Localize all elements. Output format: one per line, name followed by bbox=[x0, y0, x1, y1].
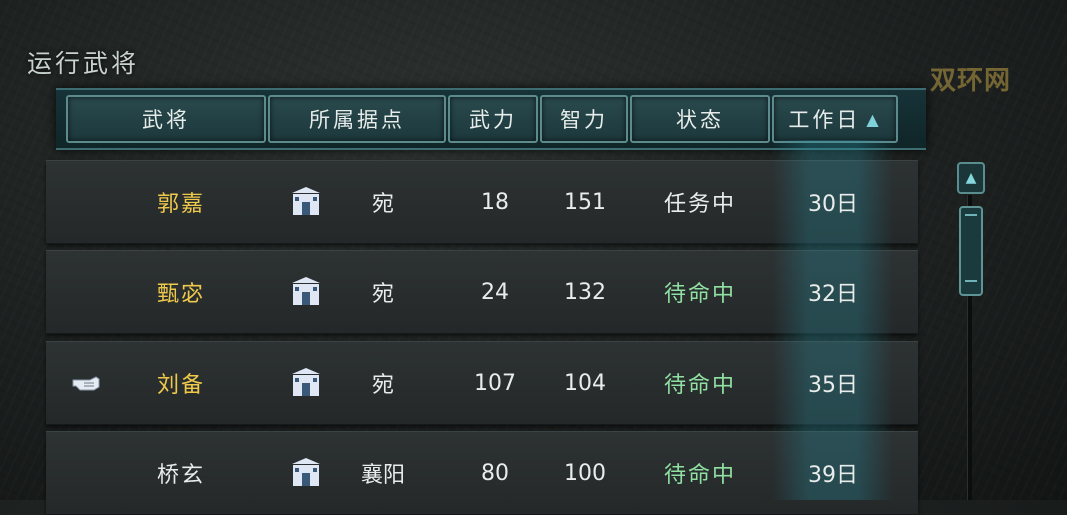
table-row[interactable]: 刘备 宛 107 104 待命中 35日 bbox=[46, 341, 918, 425]
table-row[interactable]: 桥玄 襄阳 80 100 待命中 39日 bbox=[46, 431, 918, 515]
city-gate-icon bbox=[292, 187, 320, 215]
war-value: 80 bbox=[481, 460, 509, 486]
column-header-label: 武将 bbox=[142, 108, 190, 132]
scrollbar-thumb[interactable] bbox=[959, 206, 983, 296]
column-header-base[interactable]: 所属据点 bbox=[268, 95, 446, 143]
war-value: 107 bbox=[474, 370, 516, 396]
city-gate-icon bbox=[292, 277, 320, 305]
base-name: 宛 bbox=[371, 192, 394, 217]
intel-value: 100 bbox=[564, 460, 606, 486]
city-gate-icon bbox=[292, 368, 320, 396]
table-row[interactable]: 甄宓 宛 24 132 待命中 32日 bbox=[46, 250, 918, 334]
workday-value: 32日 bbox=[808, 282, 858, 307]
column-header-status[interactable]: 状态 bbox=[630, 95, 770, 143]
intel-value: 151 bbox=[564, 189, 606, 215]
workday-value: 30日 bbox=[808, 192, 858, 217]
grip-line bbox=[965, 214, 977, 216]
base-name: 襄阳 bbox=[360, 463, 405, 488]
column-header-label: 武力 bbox=[469, 108, 517, 132]
watermark-logo: 双环网 bbox=[930, 66, 1012, 96]
column-header-general[interactable]: 武将 bbox=[66, 95, 266, 143]
column-header-label: 智力 bbox=[560, 108, 608, 132]
war-value: 24 bbox=[481, 279, 509, 305]
pointing-hand-icon bbox=[72, 376, 100, 391]
panel-title: 运行武将 bbox=[27, 49, 140, 78]
intel-value: 132 bbox=[564, 279, 606, 305]
column-header-label: 所属据点 bbox=[309, 108, 405, 132]
general-name: 刘备 bbox=[156, 373, 205, 398]
column-header-label: 状态 bbox=[676, 108, 724, 132]
scroll-up-arrow-icon[interactable]: ▲ bbox=[957, 162, 985, 194]
column-header-workday[interactable]: 工作日 ▲ bbox=[772, 95, 898, 143]
status-text: 任务中 bbox=[663, 192, 736, 217]
city-gate-icon bbox=[292, 458, 320, 486]
general-name: 甄宓 bbox=[156, 282, 205, 307]
intel-value: 104 bbox=[564, 370, 606, 396]
column-header-intel[interactable]: 智力 bbox=[540, 95, 628, 143]
status-text: 待命中 bbox=[663, 463, 736, 488]
status-text: 待命中 bbox=[663, 282, 736, 307]
base-name: 宛 bbox=[371, 373, 394, 398]
general-name: 郭嘉 bbox=[156, 192, 205, 217]
column-header-war[interactable]: 武力 bbox=[448, 95, 538, 143]
base-name: 宛 bbox=[371, 282, 394, 307]
general-name: 桥玄 bbox=[156, 463, 205, 488]
workday-value: 35日 bbox=[808, 373, 858, 398]
workday-value: 39日 bbox=[808, 463, 858, 488]
column-header-label: 工作日 bbox=[788, 108, 861, 132]
table-row[interactable]: 郭嘉 宛 18 151 任务中 30日 bbox=[46, 160, 918, 244]
grip-line bbox=[965, 280, 977, 282]
triangle-up-icon: ▲ bbox=[866, 109, 882, 129]
status-text: 待命中 bbox=[663, 373, 736, 398]
war-value: 18 bbox=[481, 189, 509, 215]
